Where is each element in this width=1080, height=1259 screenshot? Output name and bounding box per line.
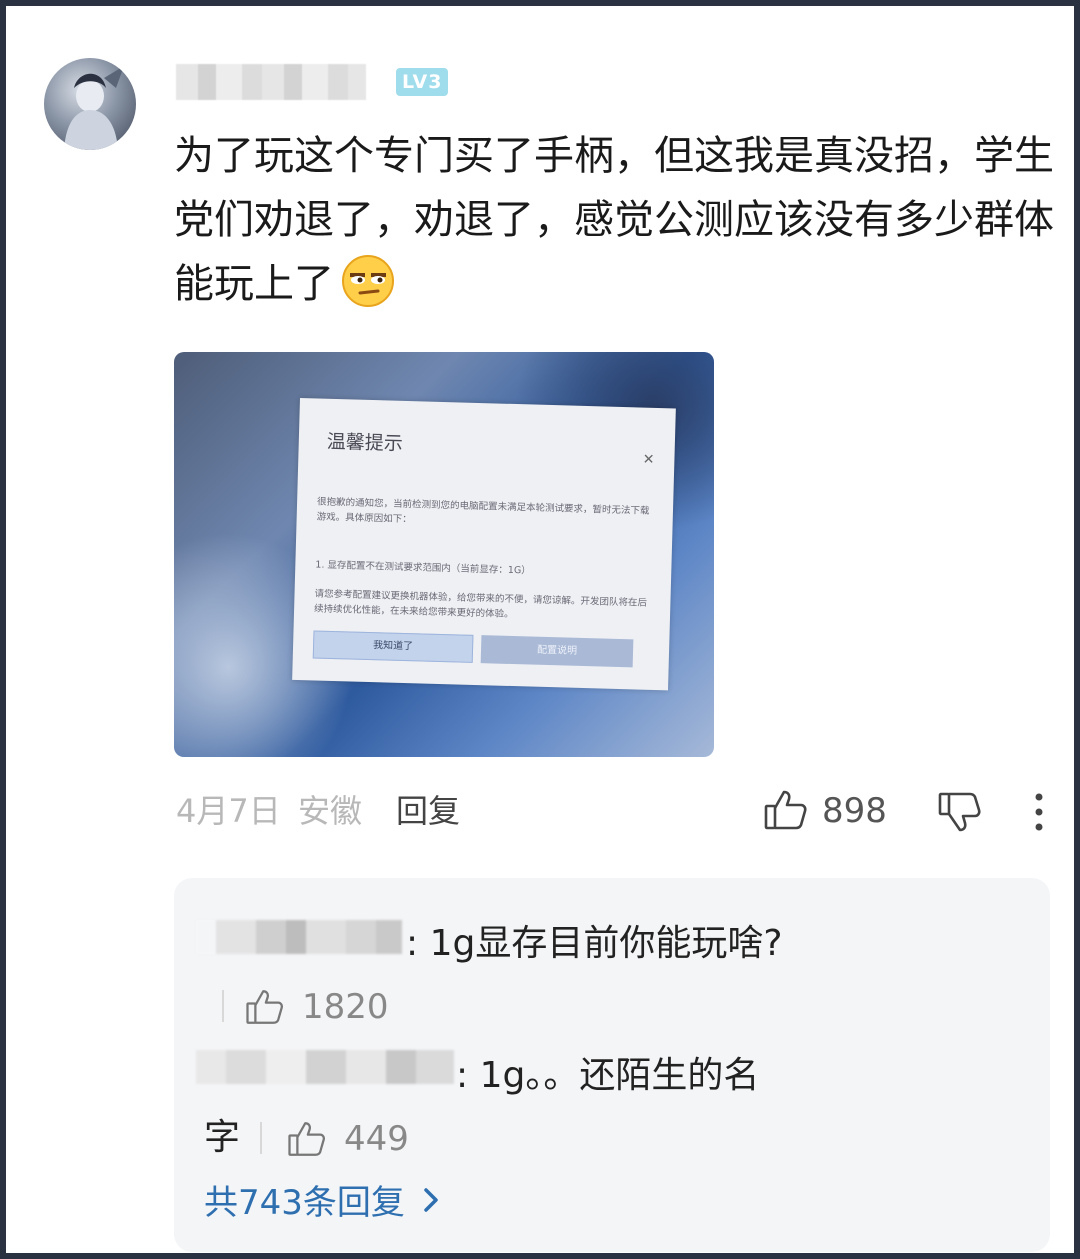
chevron-right-icon bbox=[424, 1188, 438, 1212]
attached-photo[interactable]: 温馨提示 ✕ 很抱歉的通知您，当前检测到您的电脑配置未满足本轮测试要求，暂时无法… bbox=[174, 352, 714, 757]
replies-preview: : 1g显存目前你能玩啥? 1820 : 1g。。还陌生的名 字 449 共74… bbox=[174, 878, 1050, 1252]
more-options-icon[interactable] bbox=[1026, 790, 1052, 834]
dialog-body: 很抱歉的通知您，当前检测到您的电脑配置未满足本轮测试要求，暂时无法下载游戏。具体… bbox=[316, 496, 650, 526]
divider bbox=[222, 990, 224, 1022]
avatar[interactable] bbox=[44, 58, 136, 150]
comment-location: 安徽 bbox=[298, 792, 363, 830]
dialog-config-button: 配置说明 bbox=[480, 635, 634, 668]
dialog-ok-button: 我知道了 bbox=[312, 630, 474, 663]
comment-body: 为了玩这个专门买了手柄，但这我是真没招，学生党们劝退了，劝退了，感觉公测应该没有… bbox=[174, 124, 1054, 316]
view-all-replies-link[interactable]: 共743条回复 bbox=[204, 1180, 451, 1226]
photo-dialog: 温馨提示 ✕ 很抱歉的通知您，当前检测到您的电脑配置未满足本轮测试要求，暂时无法… bbox=[292, 398, 676, 691]
reply-text: : 1g。。还陌生的名 bbox=[456, 1055, 760, 1096]
comment-date: 4月7日 bbox=[176, 792, 281, 830]
comment-text: 为了玩这个专门买了手柄，但这我是真没招，学生党们劝退了，劝退了，感觉公测应该没有… bbox=[174, 133, 1054, 307]
thumbs-up-icon[interactable] bbox=[286, 1118, 328, 1160]
reply-username[interactable] bbox=[196, 920, 402, 954]
level-badge: LV3 bbox=[396, 68, 449, 96]
close-icon: ✕ bbox=[642, 451, 655, 468]
reply-button[interactable]: 回复 bbox=[396, 788, 460, 834]
smirk-face-icon bbox=[342, 255, 394, 307]
like-count: 898 bbox=[822, 791, 887, 831]
reply-username[interactable] bbox=[196, 1050, 454, 1084]
view-all-replies-label: 共743条回复 bbox=[204, 1183, 405, 1223]
dialog-item: 1. 显存配置不在测试要求范围内（当前显存：1G） bbox=[315, 559, 531, 577]
reply-like-count: 1820 bbox=[302, 987, 389, 1027]
comment-card: LV3 为了玩这个专门买了手柄，但这我是真没招，学生党们劝退了，劝退了，感觉公测… bbox=[6, 6, 1074, 1253]
reply-like-count: 449 bbox=[344, 1119, 409, 1159]
username[interactable] bbox=[176, 64, 366, 100]
thumbs-up-icon[interactable] bbox=[762, 786, 810, 834]
thumbs-down-icon[interactable] bbox=[936, 788, 984, 836]
reply-text-continued: 字 bbox=[204, 1117, 241, 1158]
dialog-note: 请您参考配置建议更换机器体验，给您带来的不便，请您谅解。开发团队将在后续持续优化… bbox=[313, 588, 648, 621]
thumbs-up-icon[interactable] bbox=[244, 986, 286, 1028]
divider bbox=[260, 1122, 262, 1154]
dialog-title: 温馨提示 bbox=[326, 430, 404, 455]
reply-text: : 1g显存目前你能玩啥? bbox=[406, 923, 783, 964]
